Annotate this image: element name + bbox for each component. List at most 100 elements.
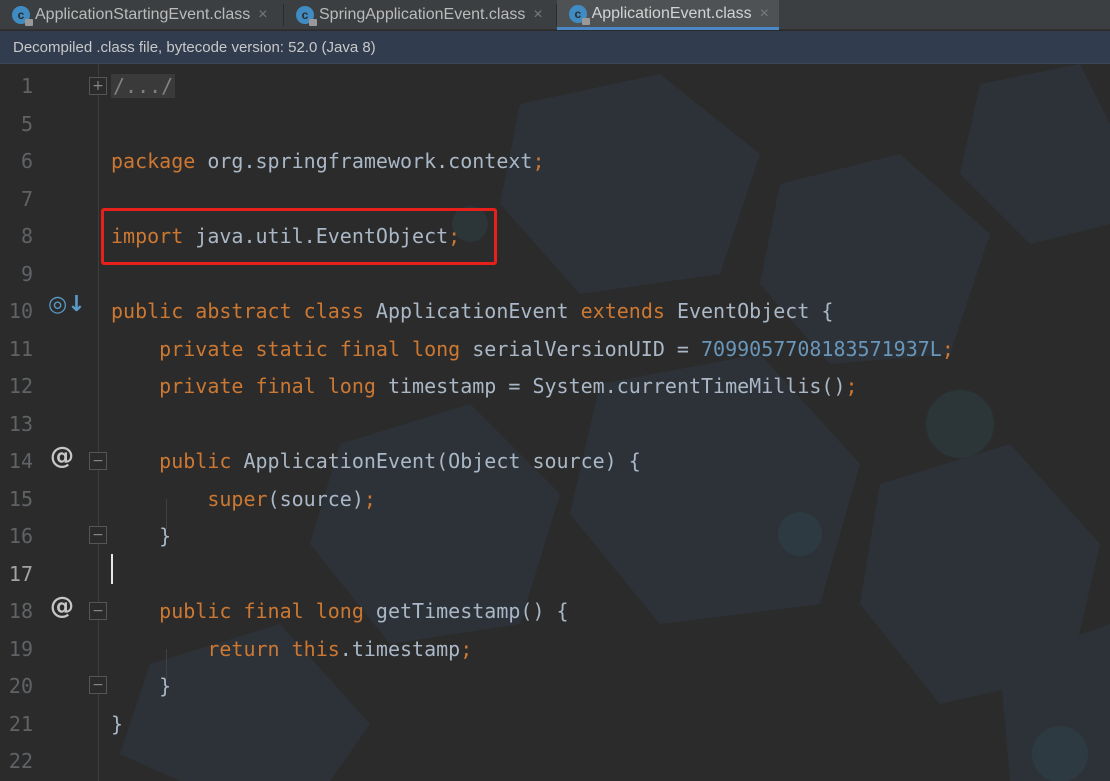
line-number: 7 xyxy=(20,186,33,211)
tab-label: SpringApplicationEvent.class xyxy=(319,6,526,23)
code-line[interactable]: 22 xyxy=(0,743,1110,780)
keyword-token: public abstract class xyxy=(111,299,376,323)
number-token: 7099057708183571937L xyxy=(701,336,942,361)
code-text: package org.springframework.context; xyxy=(111,143,544,180)
class-file-icon: c xyxy=(569,4,590,25)
code-text: private final long timestamp = System.cu… xyxy=(111,368,858,405)
keyword-token: private static final long xyxy=(111,336,473,361)
code-line[interactable]: 1 /.../ xyxy=(0,68,1110,105)
folded-region[interactable]: /.../ xyxy=(111,74,176,98)
code-line[interactable]: 5 xyxy=(0,106,1110,143)
implemented-by-icon[interactable]: ◎↓ xyxy=(48,292,86,317)
fold-collapse-marker[interactable]: − xyxy=(89,452,107,470)
line-number: 14 xyxy=(8,449,33,473)
text-caret xyxy=(111,554,113,584)
code-line[interactable]: 11 private static final long serialVersi… xyxy=(0,331,1110,368)
line-number: 19 xyxy=(8,636,33,661)
line-number: 10 xyxy=(8,299,33,323)
keyword-token: private final long xyxy=(111,374,388,398)
fold-collapse-marker[interactable]: − xyxy=(89,602,107,620)
keyword-token: ; xyxy=(460,636,473,661)
code-line[interactable]: 16 } xyxy=(0,518,1110,555)
line-number: 15 xyxy=(8,486,33,511)
line-number: 11 xyxy=(8,336,33,361)
fold-expand-marker[interactable]: + xyxy=(89,77,107,95)
code-text: super(source); xyxy=(111,481,376,518)
line-number: 20 xyxy=(8,674,33,698)
code-editor[interactable]: 1 /.../ 5 6 package org.springframework.cont… xyxy=(0,64,1110,781)
override-icon[interactable]: @ xyxy=(50,442,74,470)
code-line[interactable]: 10 public abstract class ApplicationEvent… xyxy=(0,293,1110,330)
code-line[interactable]: 14 public ApplicationEvent(Object source… xyxy=(0,443,1110,480)
keyword-token: extends xyxy=(580,299,677,323)
tab-label: ApplicationStartingEvent.class xyxy=(35,6,251,23)
editor-tab-bar: c ApplicationStartingEvent.class × c Spr… xyxy=(0,0,1110,30)
code-token: } xyxy=(111,674,172,698)
code-text: public ApplicationEvent(Object source) { xyxy=(111,443,641,480)
line-number: 1 xyxy=(20,74,33,98)
close-icon[interactable]: × xyxy=(258,6,267,24)
code-line[interactable]: 20 } xyxy=(0,668,1110,705)
tab-application-event[interactable]: c ApplicationEvent.class × xyxy=(557,0,779,30)
code-token: .timestamp xyxy=(339,636,461,661)
keyword-token: ; xyxy=(845,374,858,398)
class-file-icon: c xyxy=(296,6,317,26)
keyword-token: super xyxy=(111,486,268,511)
code-text: } xyxy=(111,668,171,705)
line-number: 21 xyxy=(8,711,33,736)
tab-application-starting-event[interactable]: c ApplicationStartingEvent.class × xyxy=(0,0,283,30)
override-icon[interactable]: @ xyxy=(50,592,74,620)
line-number: 16 xyxy=(8,524,33,548)
tab-spring-application-event[interactable]: c SpringApplicationEvent.class × xyxy=(284,0,556,30)
keyword-token: public xyxy=(111,449,244,473)
code-line[interactable]: 19 return this.timestamp; xyxy=(0,631,1110,668)
code-text: return this.timestamp; xyxy=(111,631,472,668)
fold-collapse-marker[interactable]: − xyxy=(89,526,107,544)
code-token: EventObject { xyxy=(676,299,834,323)
keyword-token: return this xyxy=(111,636,340,661)
code-token: ApplicationEvent xyxy=(375,299,581,323)
line-number: 17 xyxy=(8,561,33,586)
keyword-token: package xyxy=(111,149,208,173)
fold-collapse-marker[interactable]: − xyxy=(89,676,107,694)
line-number: 12 xyxy=(8,374,33,398)
code-text: } xyxy=(111,706,123,743)
class-file-icon: c xyxy=(12,6,33,26)
line-number: 22 xyxy=(8,749,33,773)
code-line[interactable]: 13 xyxy=(0,406,1110,443)
code-token: serialVersionUID = xyxy=(472,336,702,361)
close-icon[interactable]: × xyxy=(760,5,769,23)
keyword-token: ; xyxy=(941,336,954,361)
line-number: 6 xyxy=(20,149,33,173)
code-text: /.../ xyxy=(111,68,176,105)
code-text: public abstract class ApplicationEvent e… xyxy=(111,293,833,330)
code-token: getTimestamp() { xyxy=(375,599,569,623)
line-number: 13 xyxy=(8,411,33,436)
code-line[interactable]: 21} xyxy=(0,706,1110,743)
keyword-token: ; xyxy=(532,149,545,173)
decompiled-notice-bar: Decompiled .class file, bytecode version… xyxy=(0,31,1110,64)
annotation-highlight-box xyxy=(101,208,497,265)
line-number: 18 xyxy=(8,599,33,623)
code-text: public final long getTimestamp() { xyxy=(111,593,569,630)
code-line[interactable]: 6 package org.springframework.context; xyxy=(0,143,1110,180)
close-icon[interactable]: × xyxy=(533,6,542,24)
code-line[interactable]: 12 private final long timestamp = System… xyxy=(0,368,1110,405)
keyword-token: ; xyxy=(363,486,376,511)
code-line[interactable]: 17 xyxy=(0,556,1110,593)
code-token: } xyxy=(111,711,124,736)
code-token: org.springframework.context xyxy=(207,149,533,173)
code-line[interactable]: 15 super(source); xyxy=(0,481,1110,518)
code-token: (source) xyxy=(267,486,364,511)
line-number: 9 xyxy=(20,261,33,286)
tab-label: ApplicationEvent.class xyxy=(591,4,752,22)
code-text: private static final long serialVersionU… xyxy=(111,331,954,368)
notice-text: Decompiled .class file, bytecode version… xyxy=(13,38,376,56)
code-text: } xyxy=(111,518,171,555)
code-token: timestamp = System.currentTimeMillis() xyxy=(387,374,846,398)
line-number: 5 xyxy=(20,111,33,136)
keyword-token: public final long xyxy=(111,599,376,623)
code-token: } xyxy=(111,524,172,548)
code-line[interactable]: 18 public final long getTimestamp() { xyxy=(0,593,1110,630)
code-token: ApplicationEvent(Object source) { xyxy=(243,449,641,473)
